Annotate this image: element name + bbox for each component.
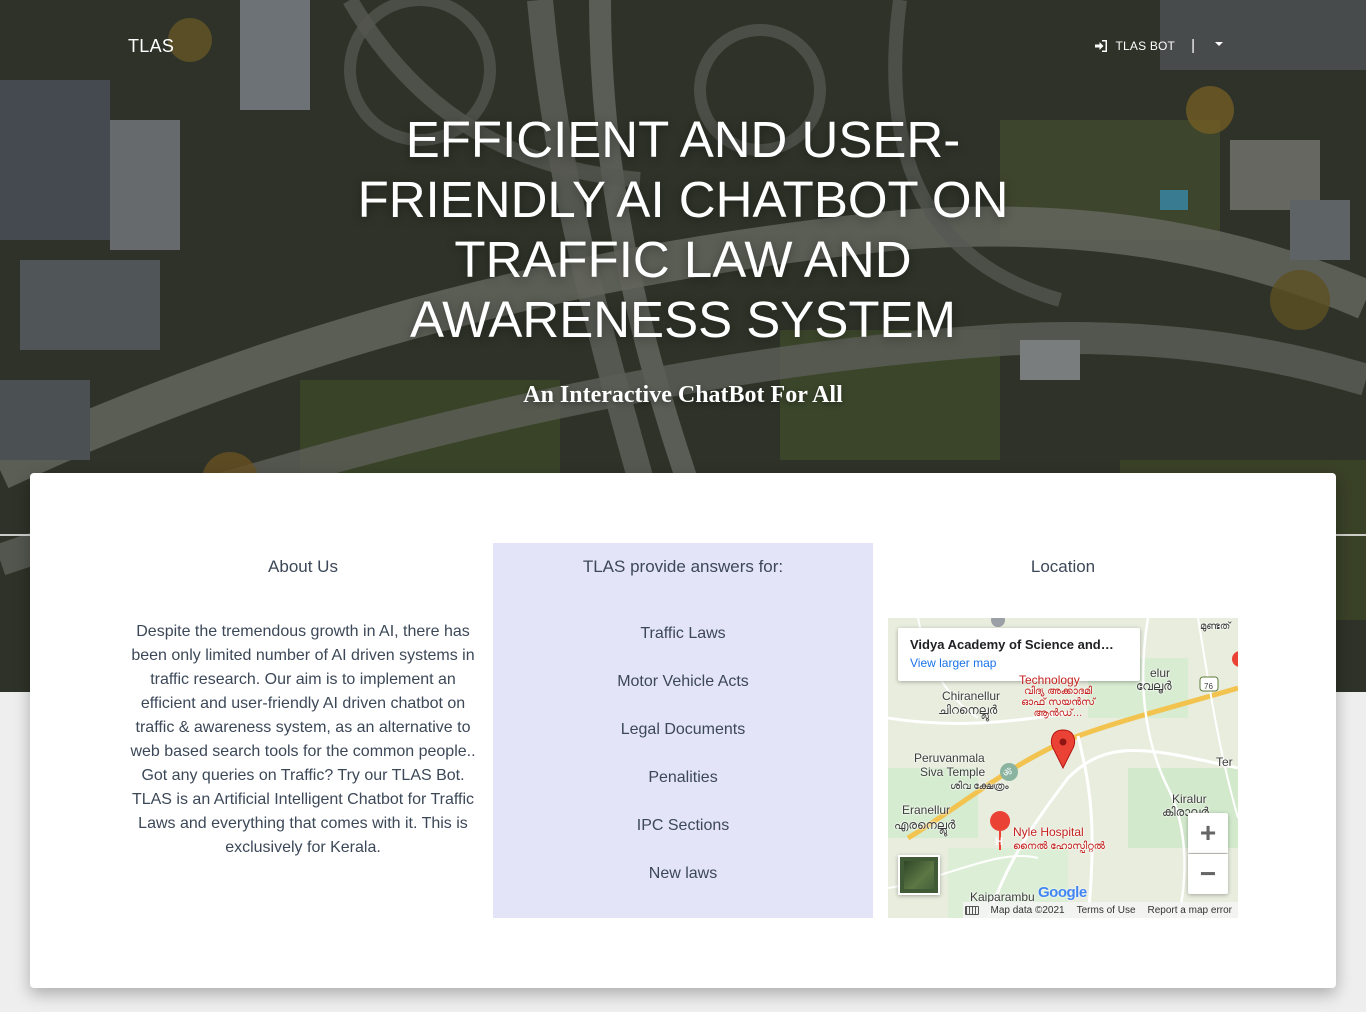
svg-text:ॐ: ॐ	[1003, 767, 1012, 779]
top-navbar: TLAS TLAS BOT |	[0, 0, 1366, 94]
map-label: വിദ്യ അക്കാദമി ഓഫ് സയൻസ് ആൻഡ്…	[1021, 686, 1095, 719]
map-label: മുണ്ടത്	[1200, 621, 1231, 632]
list-item: New laws	[648, 865, 718, 882]
map-place-title: Vidya Academy of Science and…	[910, 637, 1114, 652]
map-data-attribution: Map data ©2021	[990, 904, 1065, 916]
about-us-column: About Us Despite the tremendous growth i…	[113, 543, 493, 860]
map-footer-bar: Map data ©2021 Terms of Use Report a map…	[963, 902, 1238, 918]
dropdown-caret-icon[interactable]	[1215, 42, 1223, 46]
about-us-text: Despite the tremendous growth in AI, the…	[130, 623, 476, 856]
list-item: Motor Vehicle Acts	[617, 673, 749, 690]
brand-logo-link[interactable]: TLAS	[128, 36, 174, 57]
list-item: Traffic Laws	[640, 625, 726, 642]
list-item: Penalities	[648, 769, 718, 786]
map-satellite-toggle-button[interactable]	[898, 855, 940, 895]
map-label: ചിറനെല്ലൂർ	[938, 703, 998, 717]
map-label: Peruvanmala	[914, 751, 985, 765]
main-content-card: About Us Despite the tremendous growth i…	[30, 473, 1336, 988]
map-label: ശിവ ക്ഷേത്രം	[950, 781, 1009, 792]
tlas-bot-link[interactable]: TLAS BOT	[1095, 39, 1175, 53]
map-label: Nyle Hospital	[1013, 825, 1084, 839]
location-column: Location	[873, 543, 1253, 577]
svg-text:H: H	[995, 836, 1003, 848]
nav-right-group: TLAS BOT |	[1095, 38, 1223, 54]
map-label: നൈൽ ഹോസ്പിറ്റൽ	[1013, 841, 1105, 852]
keyboard-shortcuts-icon[interactable]	[965, 906, 979, 915]
about-us-heading: About Us	[268, 557, 338, 576]
sign-in-icon	[1095, 40, 1108, 52]
map-label: 76	[1204, 682, 1213, 691]
list-item: Legal Documents	[620, 721, 746, 738]
answers-heading: TLAS provide answers for:	[582, 557, 784, 576]
map-report-error-link[interactable]: Report a map error	[1148, 905, 1232, 916]
map-label: Siva Temple	[920, 765, 986, 779]
map-label: എരനെല്ലൂർ	[894, 818, 956, 832]
google-logo: Google	[1038, 884, 1087, 901]
map-zoom-in-button[interactable]: +	[1188, 813, 1228, 853]
hero-title: Efficient and User-Friendly AI Chatbot o…	[357, 111, 1009, 348]
map-label: Ter	[1216, 755, 1233, 769]
nav-separator: |	[1191, 37, 1195, 54]
location-map[interactable]: ॐ H Vidya Academy of Science and… View l…	[888, 618, 1238, 918]
view-larger-map-link[interactable]: View larger map	[910, 656, 1128, 670]
answers-list: Traffic Laws Motor Vehicle Acts Legal Do…	[493, 622, 873, 886]
answers-column: TLAS provide answers for: Traffic Laws M…	[493, 543, 873, 918]
map-label: വേലൂർ	[1136, 679, 1172, 693]
map-label: Eranellur	[902, 803, 951, 817]
map-label: Technology	[1019, 673, 1080, 687]
hero-subtitle: An Interactive ChatBot For All	[523, 382, 843, 408]
tlas-bot-label: TLAS BOT	[1115, 39, 1176, 53]
list-item: IPC Sections	[636, 817, 730, 834]
map-zoom-out-button[interactable]: −	[1188, 854, 1228, 894]
map-terms-link[interactable]: Terms of Use	[1077, 905, 1136, 916]
location-heading: Location	[1030, 557, 1096, 576]
map-label: Chiranellur	[942, 689, 1001, 703]
